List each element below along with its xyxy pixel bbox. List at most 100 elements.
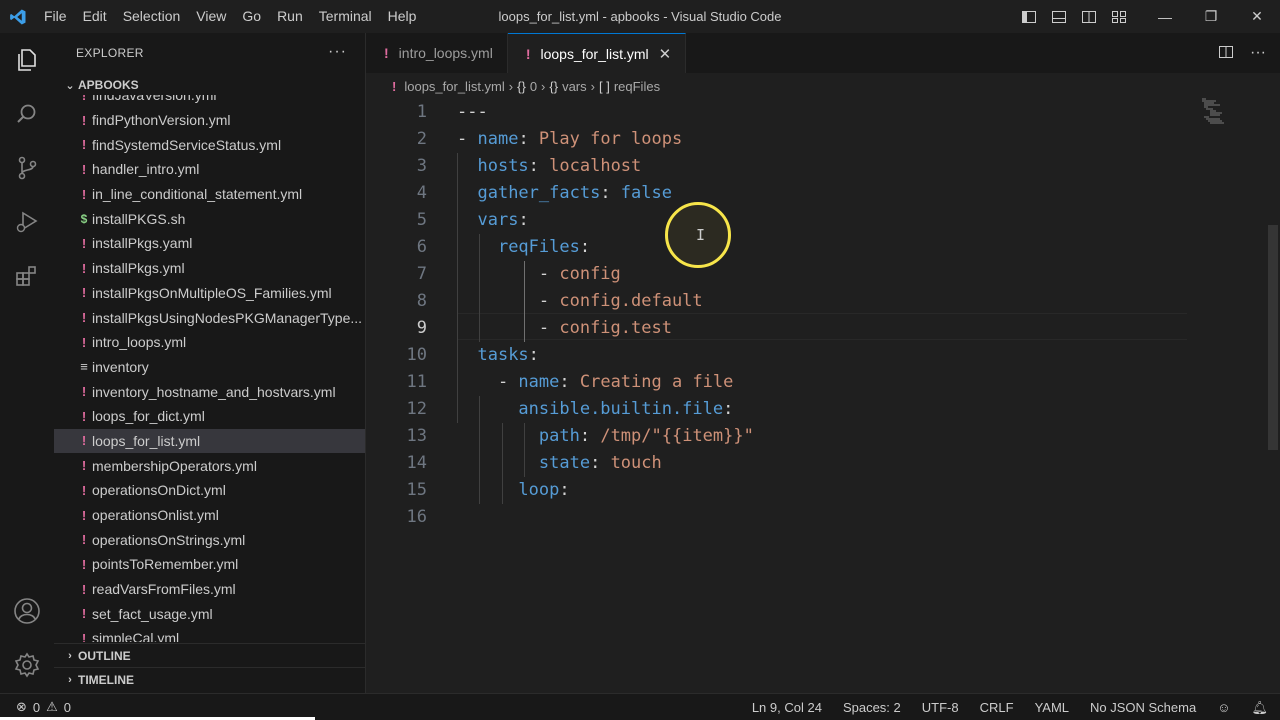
code-line: 4 gather_facts: false: [366, 180, 1280, 207]
toggle-panel-icon[interactable]: [1048, 6, 1070, 28]
file-encoding[interactable]: UTF-8: [922, 700, 959, 715]
settings-gear-icon[interactable]: [0, 638, 54, 692]
menu-item-selection[interactable]: Selection: [115, 0, 189, 33]
code-text: - name: Play for loops: [457, 126, 682, 153]
file-item[interactable]: ! loops_for_dict.yml: [54, 404, 365, 429]
customize-layout-icon[interactable]: [1108, 6, 1130, 28]
file-name: installPkgsUsingNodesPKGManagerType...: [92, 309, 363, 326]
file-item[interactable]: ! pointsToRemember.yml: [54, 552, 365, 577]
menu-item-edit[interactable]: Edit: [75, 0, 115, 33]
close-tab-icon[interactable]: ✕: [659, 45, 672, 63]
file-item[interactable]: ! installPkgsUsingNodesPKGManagerType...: [54, 305, 365, 330]
yaml-punct-token: :: [528, 156, 550, 176]
menu-item-help[interactable]: Help: [380, 0, 425, 33]
minimap[interactable]: [1200, 97, 1230, 127]
menu-item-go[interactable]: Go: [234, 0, 269, 33]
file-item[interactable]: ! handler_intro.yml: [54, 157, 365, 182]
yaml-file-icon: !: [81, 606, 87, 622]
file-name: handler_intro.yml: [92, 161, 200, 178]
more-actions-icon[interactable]: ···: [328, 43, 347, 61]
chevron-down-icon: ⌄: [65, 79, 75, 92]
menu-item-terminal[interactable]: Terminal: [311, 0, 380, 33]
timeline-section[interactable]: › TIMELINE: [54, 667, 365, 691]
tab-intro-loops[interactable]: ! intro_loops.yml: [366, 33, 508, 73]
outline-section[interactable]: › OUTLINE: [54, 643, 365, 667]
file-item[interactable]: ! simpleCal.yml: [54, 626, 365, 642]
file-item[interactable]: ! findJavaVersion.yml: [54, 95, 365, 108]
tab-loops-for-list[interactable]: ! loops_for_list.yml ✕: [507, 33, 687, 73]
file-name: pointsToRemember.yml: [92, 556, 239, 573]
more-actions-icon[interactable]: ···: [1250, 44, 1266, 62]
menu-item-view[interactable]: View: [188, 0, 234, 33]
minimize-button[interactable]: —: [1142, 0, 1188, 33]
file-name: set_fact_usage.yml: [92, 605, 213, 622]
breadcrumb-file[interactable]: loops_for_list.yml: [404, 79, 504, 94]
chevron-right-icon: ›: [68, 649, 72, 662]
yaml-key-token: tasks: [477, 345, 529, 365]
file-item[interactable]: ≡ inventory: [54, 355, 365, 380]
breadcrumb-item-vars[interactable]: vars: [562, 79, 587, 94]
yaml-punct-token: [457, 237, 498, 257]
menu-item-file[interactable]: File: [36, 0, 75, 33]
code-line: 12 ansible.builtin.file:: [366, 396, 1280, 423]
file-name: operationsOnDict.yml: [92, 482, 226, 499]
vscode-logo-icon: [0, 0, 36, 33]
file-item[interactable]: ! operationsOnlist.yml: [54, 503, 365, 528]
folder-apbooks[interactable]: ⌄ APBOOKS: [54, 73, 365, 97]
restore-button[interactable]: ❐: [1188, 0, 1234, 33]
line-number: 6: [416, 237, 427, 257]
file-item[interactable]: ! operationsOnStrings.yml: [54, 527, 365, 552]
code-text: gather_facts: false: [457, 180, 672, 207]
yaml-file-icon: !: [81, 532, 87, 548]
yaml-file-icon: !: [81, 581, 87, 597]
file-item[interactable]: ! readVarsFromFiles.yml: [54, 577, 365, 602]
language-mode[interactable]: YAML: [1035, 700, 1069, 715]
warning-icon: ⚠: [46, 699, 58, 714]
file-name: loops_for_list.yml: [92, 432, 201, 449]
explorer-icon[interactable]: [0, 33, 54, 87]
cursor-position[interactable]: Ln 9, Col 24: [752, 700, 822, 715]
file-item[interactable]: ! installPkgs.yaml: [54, 231, 365, 256]
file-item[interactable]: ! set_fact_usage.yml: [54, 601, 365, 626]
file-item[interactable]: $ installPKGS.sh: [54, 206, 365, 231]
yaml-punct-token: [457, 453, 539, 473]
breadcrumb-item-0[interactable]: 0: [530, 79, 537, 94]
file-item[interactable]: ! operationsOnDict.yml: [54, 478, 365, 503]
split-editor-icon[interactable]: [1218, 44, 1234, 63]
account-icon[interactable]: [0, 584, 54, 638]
file-item[interactable]: ! installPkgs.yml: [54, 256, 365, 281]
indentation[interactable]: Spaces: 2: [843, 700, 901, 715]
yaml-key-token: path: [538, 426, 580, 446]
json-schema[interactable]: No JSON Schema: [1090, 700, 1196, 715]
end-of-line[interactable]: CRLF: [980, 700, 1014, 715]
file-item[interactable]: ! loops_for_list.yml: [54, 428, 365, 454]
explorer-header: EXPLORER ···: [54, 33, 365, 73]
outline-label: OUTLINE: [78, 648, 131, 663]
file-item[interactable]: ! findSystemdServiceStatus.yml: [54, 132, 365, 157]
file-item[interactable]: ! in_line_conditional_statement.yml: [54, 182, 365, 207]
yaml-file-icon: !: [525, 45, 531, 62]
file-name: inventory_hostname_and_hostvars.yml: [92, 383, 336, 400]
toggle-primary-sidebar-icon[interactable]: [1018, 6, 1040, 28]
source-control-icon[interactable]: [0, 141, 54, 195]
breadcrumb-item-reqfiles[interactable]: reqFiles: [614, 79, 660, 94]
file-name: in_line_conditional_statement.yml: [92, 186, 303, 203]
file-item[interactable]: ! inventory_hostname_and_hostvars.yml: [54, 379, 365, 404]
file-name: loops_for_dict.yml: [92, 408, 205, 425]
file-item[interactable]: ! intro_loops.yml: [54, 330, 365, 355]
extensions-icon[interactable]: [0, 249, 54, 303]
file-item[interactable]: ! installPkgsOnMultipleOS_Families.yml: [54, 281, 365, 306]
code-text: reqFiles:: [457, 234, 590, 261]
close-window-button[interactable]: ✕: [1234, 0, 1280, 33]
search-icon[interactable]: [0, 87, 54, 141]
feedback-icon[interactable]: ☺: [1217, 700, 1230, 715]
file-item[interactable]: ! findPythonVersion.yml: [54, 108, 365, 133]
vertical-scrollbar-thumb[interactable]: [1268, 225, 1278, 450]
notifications-bell-icon[interactable]: 🔔︎: [1251, 700, 1268, 716]
run-debug-icon[interactable]: [0, 195, 54, 249]
toggle-secondary-sidebar-icon[interactable]: [1078, 6, 1100, 28]
menu-item-run[interactable]: Run: [269, 0, 311, 33]
file-item[interactable]: ! membershipOperators.yml: [54, 453, 365, 478]
code-editor[interactable]: 1 --- 2- name: Play for loops 3 hosts: loca…: [366, 99, 1280, 693]
problems-indicator[interactable]: ⊗ 0 ⚠ 0: [0, 699, 71, 715]
